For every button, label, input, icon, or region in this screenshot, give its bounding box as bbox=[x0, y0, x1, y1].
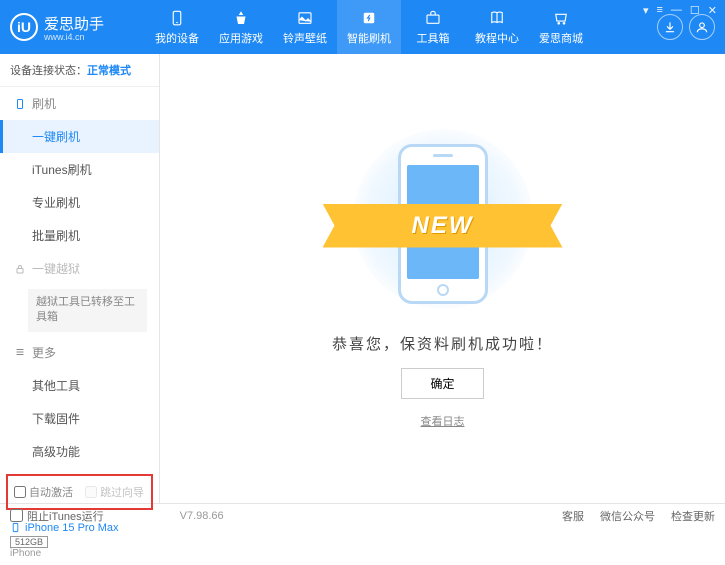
footer-support[interactable]: 客服 bbox=[562, 508, 584, 524]
menu-icon[interactable]: ▾ bbox=[643, 4, 649, 17]
nav-ringtones[interactable]: 铃声壁纸 bbox=[273, 0, 337, 54]
phone-icon bbox=[167, 8, 187, 28]
logo-icon: iU bbox=[10, 13, 38, 41]
nav-store[interactable]: 爱思商城 bbox=[529, 0, 593, 54]
checkbox-block-itunes[interactable]: 阻止iTunes运行 bbox=[10, 508, 104, 524]
minimize-icon[interactable]: — bbox=[671, 4, 682, 17]
lock-icon bbox=[14, 263, 26, 275]
options-highlight: 自动激活 跳过向导 bbox=[6, 474, 153, 510]
flash-icon bbox=[359, 8, 379, 28]
window-controls: ▾ ≡ — ☐ ✕ bbox=[643, 4, 717, 17]
sidebar-item-advanced[interactable]: 高级功能 bbox=[0, 435, 159, 468]
maximize-icon[interactable]: ☐ bbox=[690, 4, 700, 17]
device-status: 设备连接状态：正常模式 bbox=[0, 54, 159, 87]
footer-update[interactable]: 检查更新 bbox=[671, 508, 715, 524]
footer-wechat[interactable]: 微信公众号 bbox=[600, 508, 655, 524]
close-icon[interactable]: ✕ bbox=[708, 4, 717, 17]
settings-icon[interactable]: ≡ bbox=[656, 4, 662, 17]
nav-flash[interactable]: 智能刷机 bbox=[337, 0, 401, 54]
image-icon bbox=[295, 8, 315, 28]
view-log-link[interactable]: 查看日志 bbox=[421, 413, 465, 429]
success-message: 恭喜您，保资料刷机成功啦！ bbox=[332, 333, 553, 354]
toolbox-icon bbox=[423, 8, 443, 28]
sidebar-item-other[interactable]: 其他工具 bbox=[0, 369, 159, 402]
new-ribbon: NEW bbox=[323, 204, 563, 248]
version-label: V7.98.66 bbox=[180, 510, 224, 522]
main-content: NEW 恭喜您，保资料刷机成功啦！ 确定 查看日志 bbox=[160, 54, 725, 503]
sidebar: 设备连接状态：正常模式 刷机 一键刷机 iTunes刷机 专业刷机 批量刷机 一… bbox=[0, 54, 160, 503]
group-jailbreak: 一键越狱 bbox=[0, 252, 159, 285]
group-flash[interactable]: 刷机 bbox=[0, 87, 159, 120]
app-subtitle: www.i4.cn bbox=[44, 32, 104, 42]
checkbox-skip-guide[interactable]: 跳过向导 bbox=[85, 484, 144, 500]
sidebar-item-oneclick[interactable]: 一键刷机 bbox=[0, 120, 159, 153]
storage-badge: 512GB bbox=[10, 536, 48, 548]
device-name[interactable]: iPhone 15 Pro Max bbox=[10, 522, 149, 534]
sidebar-item-download[interactable]: 下载固件 bbox=[0, 402, 159, 435]
nav-my-device[interactable]: 我的设备 bbox=[145, 0, 209, 54]
nav-toolbox[interactable]: 工具箱 bbox=[401, 0, 465, 54]
download-button[interactable] bbox=[657, 14, 683, 40]
app-header: iU 爱思助手 www.i4.cn 我的设备 应用游戏 铃声壁纸 智能刷机 工具… bbox=[0, 0, 725, 54]
device-type: iPhone bbox=[10, 548, 149, 559]
cart-icon bbox=[551, 8, 571, 28]
header-right bbox=[657, 14, 715, 40]
checkbox-auto-activate[interactable]: 自动激活 bbox=[14, 484, 73, 500]
sidebar-item-itunes[interactable]: iTunes刷机 bbox=[0, 153, 159, 186]
sidebar-item-batch[interactable]: 批量刷机 bbox=[0, 219, 159, 252]
app-title: 爱思助手 bbox=[44, 13, 104, 34]
nav-tutorials[interactable]: 教程中心 bbox=[465, 0, 529, 54]
user-button[interactable] bbox=[689, 14, 715, 40]
nav-apps[interactable]: 应用游戏 bbox=[209, 0, 273, 54]
success-illustration: NEW bbox=[343, 129, 543, 319]
list-icon bbox=[14, 346, 26, 358]
group-more[interactable]: 更多 bbox=[0, 336, 159, 369]
sidebar-item-pro[interactable]: 专业刷机 bbox=[0, 186, 159, 219]
ok-button[interactable]: 确定 bbox=[401, 368, 483, 399]
phone-icon bbox=[10, 522, 21, 533]
logo-area: iU 爱思助手 www.i4.cn bbox=[10, 13, 145, 42]
jailbreak-note: 越狱工具已转移至工具箱 bbox=[28, 289, 147, 332]
phone-icon bbox=[14, 98, 26, 110]
apps-icon bbox=[231, 8, 251, 28]
top-nav: 我的设备 应用游戏 铃声壁纸 智能刷机 工具箱 教程中心 爱思商城 bbox=[145, 0, 593, 54]
book-icon bbox=[487, 8, 507, 28]
